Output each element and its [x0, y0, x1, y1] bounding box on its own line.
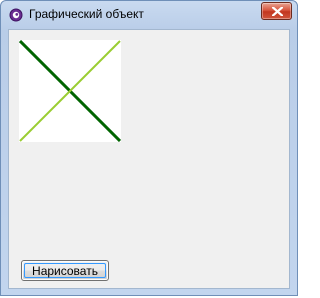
- window-title: Графический объект: [29, 7, 144, 21]
- draw-button-label: Нарисовать: [32, 263, 98, 278]
- drawing-canvas: [19, 40, 121, 142]
- title-bar[interactable]: Графический объект: [1, 1, 297, 29]
- client-area: Нарисовать: [8, 29, 290, 289]
- close-button[interactable]: [261, 2, 292, 20]
- application-window: Графический объект Нарисовать: [0, 0, 298, 296]
- app-icon: [9, 8, 23, 22]
- close-icon: [272, 7, 283, 16]
- draw-button[interactable]: Нарисовать: [21, 260, 109, 281]
